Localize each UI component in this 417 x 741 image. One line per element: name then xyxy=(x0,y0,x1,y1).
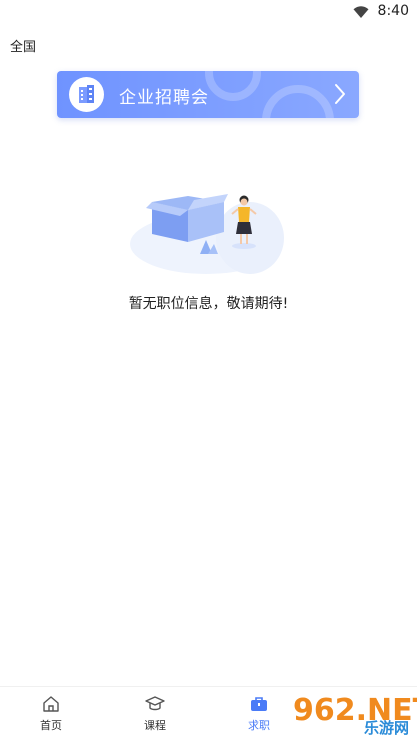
banner-title: 企业招聘会 xyxy=(119,88,209,108)
watermark-brand-cn: 乐游网 xyxy=(363,719,409,737)
briefcase-icon xyxy=(251,697,267,711)
banner-decoration xyxy=(205,71,261,101)
region-selector[interactable]: 全国 xyxy=(10,36,36,55)
tab-home[interactable]: 首页 xyxy=(11,687,91,741)
wifi-icon xyxy=(353,4,369,23)
tab-label: 首页 xyxy=(40,719,62,732)
graduation-cap-icon xyxy=(145,696,165,711)
chevron-right-icon xyxy=(333,83,347,109)
tab-label: 课程 xyxy=(144,719,166,732)
home-icon xyxy=(43,696,59,712)
banner-decoration xyxy=(262,85,334,118)
watermark-logo: 962.NET 乐游网 xyxy=(277,691,417,741)
empty-box-illustration xyxy=(128,182,288,281)
status-time: 8:40 xyxy=(377,3,409,19)
job-fair-banner[interactable]: 企业招聘会 xyxy=(57,71,359,118)
status-bar: 8:40 xyxy=(0,0,417,24)
tab-courses[interactable]: 课程 xyxy=(115,687,195,741)
building-icon xyxy=(69,77,104,112)
empty-state-message: 暂无职位信息，敬请期待! xyxy=(128,296,289,312)
